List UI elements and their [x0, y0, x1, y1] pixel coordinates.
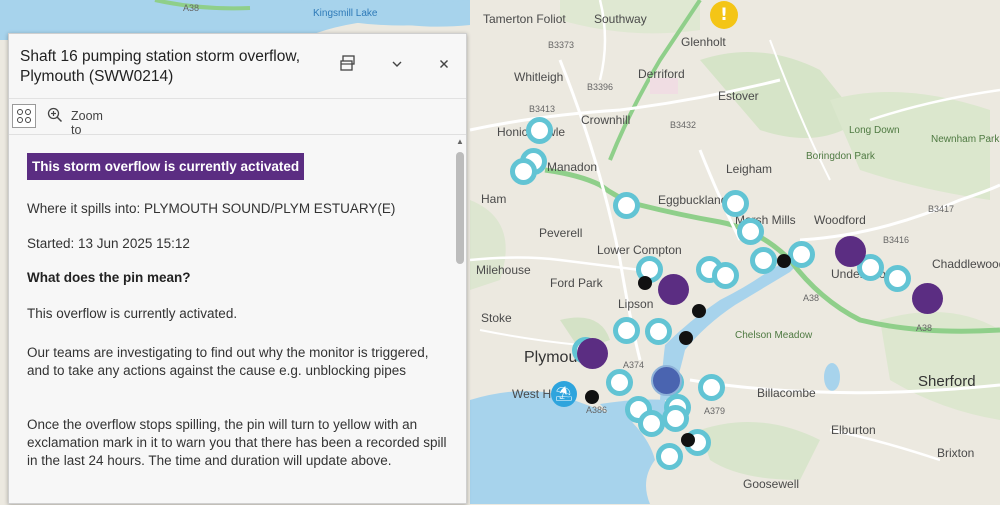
overflow-marker-not-spilling[interactable] [788, 241, 815, 268]
place-label: Lipson [618, 297, 654, 311]
place-label: Whitleigh [514, 70, 564, 84]
pin-meaning-heading: What does the pin mean? [27, 270, 191, 285]
place-label: Leigham [726, 162, 773, 176]
popup-header: Shaft 16 pumping station storm overflow,… [9, 34, 466, 99]
place-label: Peverell [539, 226, 583, 240]
place-label: Elburton [831, 423, 876, 437]
overflow-marker-selected[interactable] [651, 365, 682, 396]
pin-status-text: This overflow is currently activated. [27, 306, 238, 321]
overflow-marker-offline[interactable] [585, 390, 599, 404]
overflow-marker-not-spilling[interactable] [645, 318, 672, 345]
overflow-marker-offline[interactable] [692, 304, 706, 318]
overflow-marker-not-spilling[interactable] [750, 247, 777, 274]
place-label: Kingsmill Lake [313, 8, 378, 19]
place-label: Glenholt [681, 35, 726, 49]
overflow-marker-not-spilling[interactable] [722, 190, 749, 217]
close-icon[interactable] [432, 54, 456, 78]
place-label: Crownhill [581, 113, 631, 127]
overflow-marker-not-spilling[interactable] [526, 117, 553, 144]
place-label: Ford Park [550, 276, 603, 290]
popup-content: This storm overflow is currently activat… [9, 135, 454, 505]
popup-title: Shaft 16 pumping station storm overflow,… [20, 48, 301, 85]
road-label: A386 [586, 405, 608, 415]
place-label: Southway [594, 12, 647, 26]
place-label: Manadon [547, 160, 598, 174]
scroll-up-icon[interactable]: ▲ [456, 137, 464, 146]
overflow-marker-activated[interactable] [912, 283, 943, 314]
popup-toolbar: Zoom to [9, 98, 466, 137]
status-badge: This storm overflow is currently activat… [27, 153, 305, 180]
place-label: Tamerton Foliot [483, 12, 566, 26]
investigating-text: Our teams are investigating to find out … [27, 345, 429, 378]
road-label: A374 [623, 360, 645, 370]
beach-umbrella-icon[interactable]: ⛱ [551, 381, 577, 407]
spills-into-text: Where it spills into: PLYMOUTH SOUND/PLY… [27, 201, 396, 216]
place-label: Ham [481, 192, 507, 206]
overflow-marker-activated[interactable] [658, 274, 689, 305]
place-label: Lower Compton [597, 243, 682, 257]
overflow-marker-not-spilling[interactable] [884, 265, 911, 292]
place-label: Brixton [937, 446, 975, 460]
road-label: A38 [916, 323, 933, 333]
place-label: Newnham Park [931, 134, 1000, 145]
overflow-marker-offline[interactable] [638, 276, 652, 290]
road-label: B3416 [883, 235, 910, 245]
place-label: Chelson Meadow [735, 330, 813, 341]
place-label: Long Down [849, 125, 900, 136]
road-label: A379 [704, 406, 726, 416]
zoom-in-icon [47, 107, 63, 123]
overflow-marker-activated[interactable] [577, 338, 608, 369]
overflow-marker-offline[interactable] [681, 433, 695, 447]
overflow-marker-offline[interactable] [679, 331, 693, 345]
popup-scrollbar[interactable]: ▲ [454, 135, 466, 505]
place-label: Eggbuckland [658, 193, 728, 207]
place-label: Woodford [814, 213, 866, 227]
once-stops-text: Once the overflow stops spilling, the pi… [27, 417, 447, 468]
place-label: Billacombe [757, 386, 816, 400]
place-label: Goosewell [743, 477, 800, 491]
road-label: B3432 [670, 120, 697, 130]
overflow-marker-not-spilling[interactable] [510, 158, 537, 185]
overflow-marker-not-spilling[interactable] [606, 369, 633, 396]
overflow-marker-not-spilling[interactable] [656, 443, 683, 470]
place-label: Stoke [481, 311, 512, 325]
overflow-marker-not-spilling[interactable] [712, 262, 739, 289]
chevron-down-icon[interactable] [385, 54, 409, 78]
place-label: Estover [718, 89, 759, 103]
road-label: B3413 [529, 104, 556, 114]
started-text: Started: 13 Jun 2025 15:12 [27, 236, 190, 251]
scroll-thumb[interactable] [456, 152, 464, 264]
road-label: A38 [183, 3, 200, 13]
grid-menu-icon[interactable] [12, 104, 36, 128]
place-label: Boringdon Park [806, 151, 875, 162]
place-label: Sherford [918, 373, 976, 390]
feature-popup-panel: Shaft 16 pumping station storm overflow,… [8, 33, 467, 504]
road-label: B3396 [587, 82, 614, 92]
overflow-marker-not-spilling[interactable] [613, 192, 640, 219]
place-label: Milehouse [476, 263, 531, 277]
overflow-marker-not-spilling[interactable] [698, 374, 725, 401]
overflow-marker-offline[interactable] [777, 254, 791, 268]
overflow-marker-not-spilling[interactable] [638, 410, 665, 437]
overflow-marker-not-spilling[interactable] [662, 405, 689, 432]
zoom-to-label: Zoom to [71, 109, 103, 137]
road-label: A38 [803, 293, 820, 303]
place-label: Chaddlewood [932, 257, 1000, 271]
dock-icon[interactable] [336, 54, 360, 78]
road-label: B3373 [548, 40, 575, 50]
road-label: B3417 [928, 204, 955, 214]
overflow-marker-not-spilling[interactable] [737, 218, 764, 245]
exclamation-icon[interactable]: ! [710, 1, 738, 29]
overflow-marker-not-spilling[interactable] [613, 317, 640, 344]
place-label: Derriford [638, 67, 685, 81]
overflow-marker-activated[interactable] [835, 236, 866, 267]
